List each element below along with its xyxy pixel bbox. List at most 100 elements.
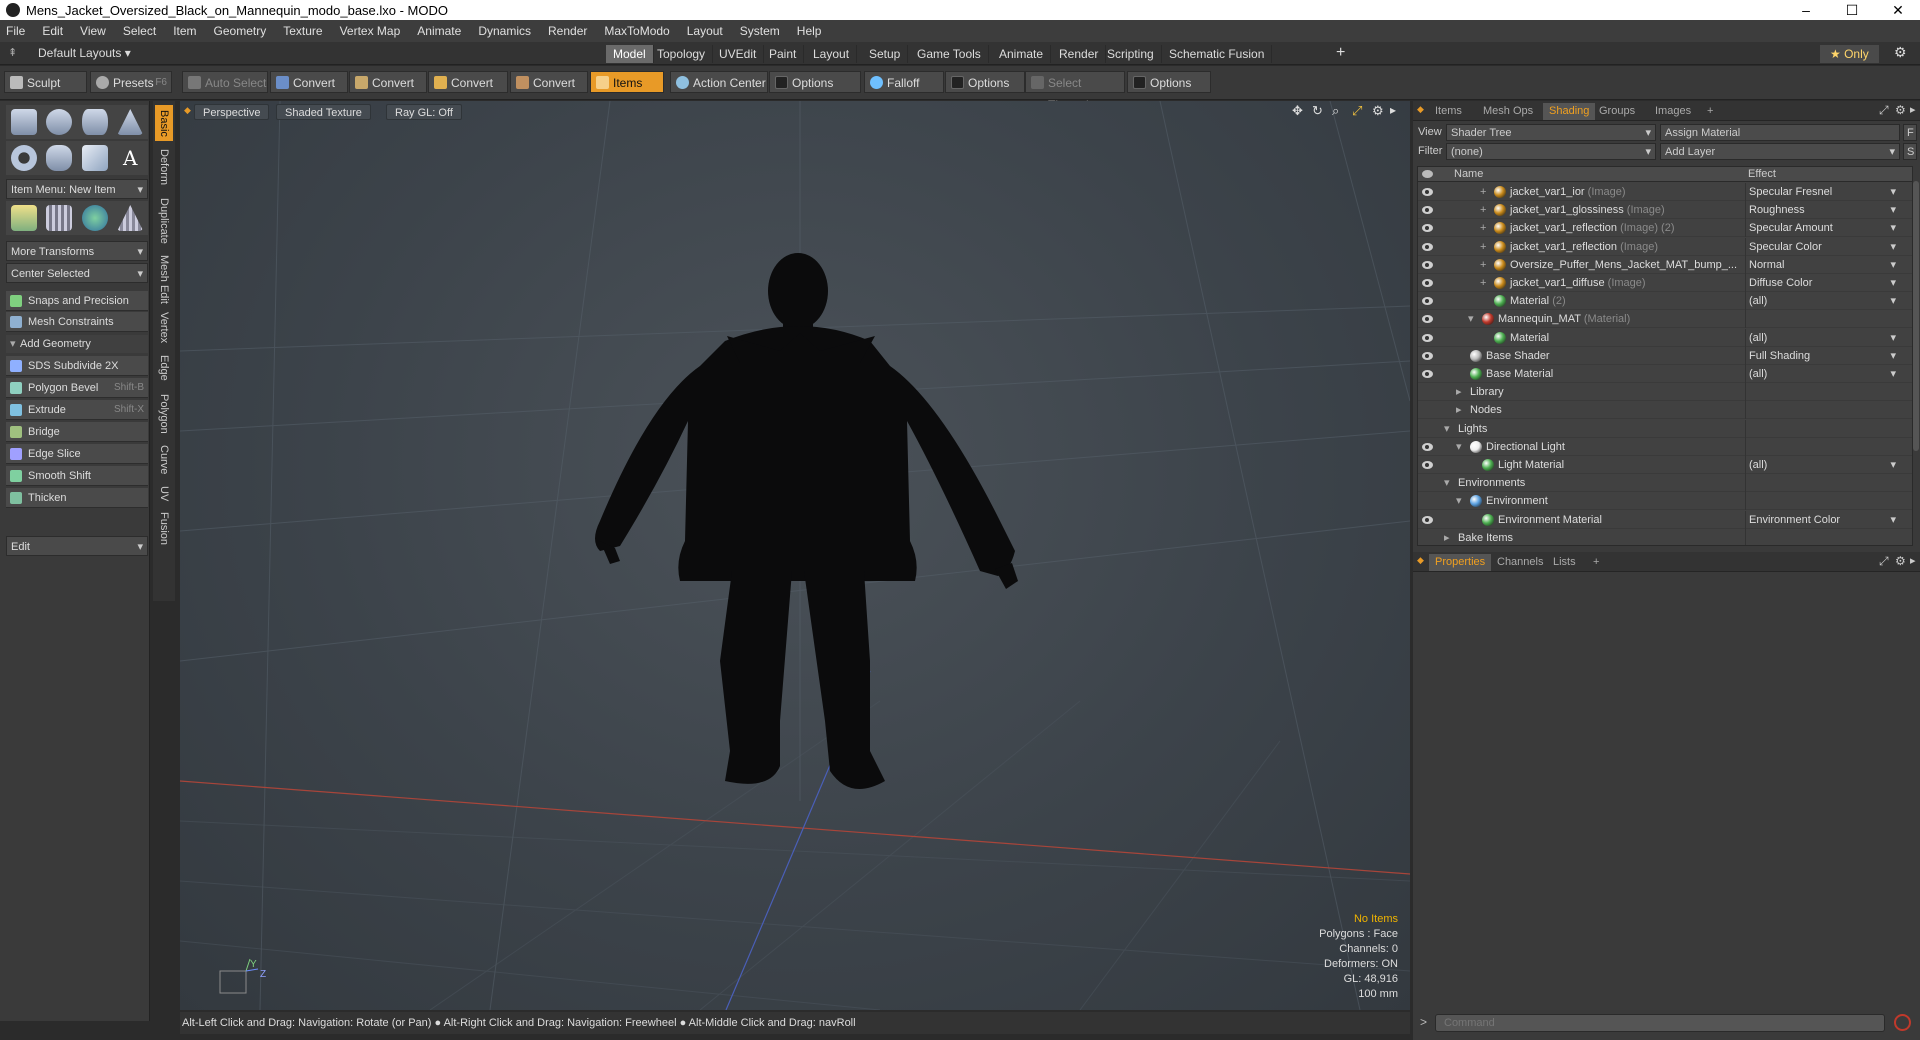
layout-tab-setup[interactable]: Setup	[862, 45, 909, 63]
assign-material-button[interactable]: Assign Material	[1660, 124, 1900, 141]
expand-toggle-icon[interactable]: +	[1480, 256, 1486, 274]
visibility-eye-icon[interactable]	[1422, 515, 1433, 524]
maximize-button[interactable]: ☐	[1832, 0, 1872, 20]
shader-tree-row[interactable]: ▾ Environments	[1418, 474, 1912, 493]
shader-tree-row[interactable]: ▾ Mannequin_MAT (Material)	[1418, 310, 1912, 329]
action-center-button[interactable]: Action Center	[670, 71, 768, 93]
shader-tree-row[interactable]: Base Material (all)	[1418, 365, 1912, 383]
layer-effect-select[interactable]: (all)	[1745, 328, 1897, 347]
menu-item[interactable]: Item	[173, 24, 196, 38]
convert-polygons-button[interactable]: Convert	[428, 71, 508, 93]
viewport-menu-icon[interactable]: ◆	[184, 105, 192, 115]
expand-toggle-icon[interactable]: +	[1480, 219, 1486, 237]
vtab-basic[interactable]: Basic	[155, 105, 173, 141]
shading-mode-button[interactable]: Shaded Texture	[276, 104, 371, 120]
locator-icon[interactable]	[10, 205, 37, 231]
layout-tab-layout[interactable]: Layout	[806, 45, 858, 63]
vtab-duplicate[interactable]: Duplicate	[155, 193, 173, 249]
3d-viewport[interactable]: Y Z ◆ Perspective Shaded Texture Ray GL:…	[180, 101, 1410, 1010]
menu-file[interactable]: File	[6, 24, 25, 38]
layout-tab-uvedit[interactable]: UVEdit	[712, 45, 765, 63]
expand-toggle-icon[interactable]: +	[1480, 238, 1486, 256]
visibility-eye-icon[interactable]	[1422, 260, 1433, 269]
only-toggle[interactable]: ★ Only	[1820, 45, 1879, 63]
zoom-icon[interactable]: ⌕	[1332, 103, 1339, 119]
tool-polygon-bevel-button[interactable]: Polygon Bevel Shift-B	[6, 378, 148, 398]
expand-toggle-icon[interactable]: ▾	[1444, 420, 1450, 438]
text-tool-icon[interactable]: A	[117, 145, 143, 171]
layer-effect-select[interactable]: (all)	[1745, 292, 1897, 311]
shader-tree-row[interactable]: ▸ Library	[1418, 383, 1912, 402]
visibility-eye-icon[interactable]	[1422, 370, 1433, 378]
menu-animate[interactable]: Animate	[417, 24, 461, 38]
cube-icon[interactable]	[10, 109, 37, 135]
perspective-button[interactable]: Perspective	[194, 104, 270, 120]
shader-tree-row[interactable]: ▾ Directional Light	[1418, 437, 1912, 456]
shader-tree-row[interactable]: + jacket_var1_glossiness (Image) Roughness	[1418, 201, 1912, 220]
edit-select[interactable]: Edit	[6, 536, 148, 557]
grid-mesh-icon[interactable]	[46, 205, 73, 231]
vtab-uv[interactable]: UV	[155, 481, 173, 507]
close-button[interactable]: ✕	[1878, 0, 1918, 20]
properties-expand-icon[interactable]: ⤢	[1879, 554, 1889, 569]
tool-thicken-button[interactable]: Thicken	[6, 488, 148, 508]
properties-tab-add[interactable]: +	[1587, 554, 1605, 571]
vtab-curve[interactable]: Curve	[155, 441, 173, 479]
expand-toggle-icon[interactable]: ▸	[1456, 401, 1462, 419]
menu-dynamics[interactable]: Dynamics	[478, 24, 531, 38]
shader-tree-row[interactable]: Material (all)	[1418, 328, 1912, 347]
layout-tab-topology[interactable]: Topology	[650, 45, 714, 63]
command-input[interactable]	[1435, 1014, 1885, 1032]
visibility-eye-icon[interactable]	[1422, 461, 1433, 469]
shading-tab-images[interactable]: Images	[1649, 103, 1697, 120]
torus-icon[interactable]	[10, 145, 37, 171]
vtab-polygon[interactable]: Polygon	[155, 389, 173, 439]
panel-menu-icon[interactable]: ◆	[1417, 104, 1424, 115]
visibility-eye-icon[interactable]	[1422, 333, 1433, 342]
tool-extrude-button[interactable]: Extrude Shift-X	[6, 400, 148, 420]
vtab-deform[interactable]: Deform	[155, 143, 173, 191]
layout-tab-render[interactable]: Render	[1052, 45, 1107, 63]
shading-tab-mesh-ops[interactable]: Mesh Ops	[1477, 103, 1539, 120]
sphere-icon[interactable]	[46, 109, 73, 135]
properties-tab-channels[interactable]: Channels	[1491, 554, 1549, 571]
name-column-header[interactable]: Name	[1454, 167, 1483, 182]
viewport-gear-icon[interactable]: ⚙	[1372, 103, 1384, 119]
record-icon[interactable]	[1894, 1014, 1911, 1031]
tool-bridge-button[interactable]: Bridge	[6, 422, 148, 442]
cylinder-icon[interactable]	[81, 109, 108, 135]
panel-gear-icon[interactable]: ⚙	[1895, 103, 1906, 117]
menu-geometry[interactable]: Geometry	[214, 24, 267, 38]
f-button[interactable]: F	[1903, 124, 1917, 141]
properties-tab-properties[interactable]: Properties	[1429, 554, 1492, 571]
vtab-edge[interactable]: Edge	[155, 349, 173, 387]
pen-icon[interactable]	[81, 145, 108, 171]
mesh-constraints-button[interactable]: Mesh Constraints	[6, 312, 148, 332]
add-geometry-header[interactable]: ▾ Add Geometry	[6, 335, 148, 353]
layer-effect-select[interactable]: (all)	[1745, 365, 1897, 383]
raygl-button[interactable]: Ray GL: Off	[386, 104, 462, 120]
add-layer-select[interactable]: Add Layer	[1660, 143, 1900, 161]
filter-select[interactable]: (none)	[1446, 143, 1656, 161]
shader-tree-row[interactable]: Environment Material Environment Color	[1418, 510, 1912, 529]
properties-more-icon[interactable]: ▸	[1910, 554, 1916, 567]
visibility-eye-icon[interactable]	[1422, 279, 1433, 287]
expand-toggle-icon[interactable]: +	[1480, 274, 1486, 292]
falloff-button[interactable]: Falloff	[864, 71, 944, 93]
shader-tree-row[interactable]: ▾ Lights	[1418, 419, 1912, 438]
capsule-icon[interactable]	[46, 145, 73, 171]
expand-toggle-icon[interactable]: ▾	[1468, 310, 1474, 328]
item-menu-select[interactable]: Item Menu: New Item	[6, 179, 148, 200]
layout-tab-paint[interactable]: Paint	[762, 45, 805, 63]
layer-effect-select[interactable]: Diffuse Color	[1745, 274, 1897, 292]
vtab-vertex[interactable]: Vertex	[155, 309, 173, 347]
menu-edit[interactable]: Edit	[42, 24, 63, 38]
snaps-precision-button[interactable]: Snaps and Precision	[6, 291, 148, 311]
expand-toggle-icon[interactable]: ▾	[1444, 474, 1450, 492]
shading-tab-shading[interactable]: Shading	[1543, 103, 1596, 120]
menu-system[interactable]: System	[740, 24, 780, 38]
action-center-options-button[interactable]: Options	[769, 71, 861, 93]
shading-tab-groups[interactable]: Groups	[1593, 103, 1641, 120]
visibility-eye-icon[interactable]	[1422, 297, 1433, 306]
properties-menu-icon[interactable]: ◆	[1417, 555, 1424, 566]
